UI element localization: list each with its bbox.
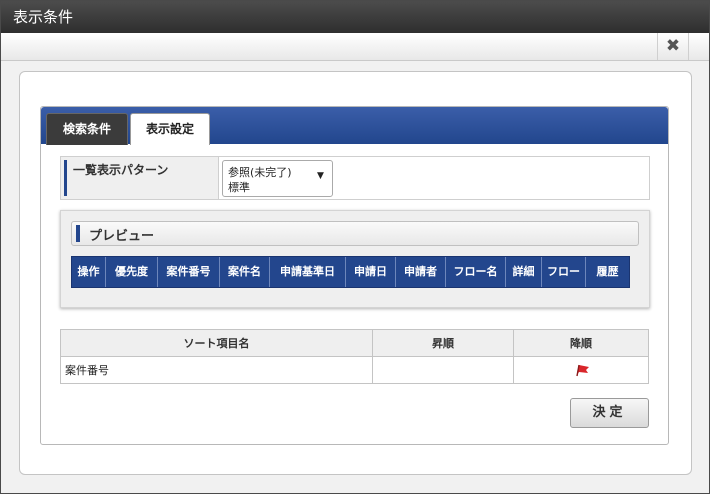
sort-header-name: ソート項目名 (60, 329, 373, 357)
pattern-select[interactable]: 参照(未完了) 標準 ▼ (222, 160, 333, 197)
label-accent-bar (64, 160, 67, 196)
pattern-select-value-line2: 標準 (228, 181, 250, 194)
preview-column: 操作 (72, 257, 106, 287)
decide-button[interactable]: 決定 (570, 398, 649, 428)
outer-panel: 検索条件 表示設定 一覧表示パターン 参照(未完了) 標準 ▼ プレビュー 操作… (19, 71, 692, 475)
dialog-header-bar: ✖ (1, 33, 709, 61)
tab-bar: 検索条件 表示設定 (41, 107, 668, 145)
dialog-title: 表示条件 (13, 8, 74, 26)
preview-column: 優先度 (106, 257, 158, 287)
sort-header-desc: 降順 (513, 329, 649, 357)
table-row: 案件番号 (60, 356, 649, 384)
preview-column: 申請基準日 (270, 257, 346, 287)
preview-title: プレビュー (89, 229, 155, 244)
sort-table: ソート項目名 昇順 降順 案件番号 (60, 329, 649, 384)
preview-column: フロー名 (446, 257, 506, 287)
preview-box: プレビュー 操作 優先度 案件番号 案件名 申請基準日 申請日 申請者 フロー名… (60, 210, 650, 308)
sort-asc-cell[interactable] (372, 356, 514, 384)
preview-column: フロー (542, 257, 586, 287)
flag-icon[interactable] (575, 363, 591, 377)
preview-column: 案件番号 (158, 257, 220, 287)
dialog-window: 表示条件 ✖ 検索条件 表示設定 一覧表示パターン 参照(未完了) 標準 ▼ プ… (0, 0, 710, 494)
preview-columns: 操作 優先度 案件番号 案件名 申請基準日 申請日 申請者 フロー名 詳細 フロ… (71, 256, 630, 288)
close-icon[interactable]: ✖ (657, 33, 689, 60)
sort-item-name: 案件番号 (60, 356, 373, 384)
preview-column: 申請者 (396, 257, 446, 287)
preview-header: プレビュー (71, 221, 639, 246)
dropdown-arrow-icon: ▼ (317, 171, 324, 181)
pattern-label: 一覧表示パターン (73, 163, 169, 177)
sort-header-asc: 昇順 (372, 329, 514, 357)
pattern-select-value-line1: 参照(未完了) (228, 166, 292, 179)
preview-column: 申請日 (346, 257, 396, 287)
pattern-row: 一覧表示パターン 参照(未完了) 標準 ▼ (60, 156, 650, 200)
tab-search-conditions[interactable]: 検索条件 (46, 113, 128, 145)
preview-column: 詳細 (506, 257, 542, 287)
sort-desc-cell[interactable] (513, 356, 649, 384)
tab-display-settings[interactable]: 表示設定 (130, 113, 210, 145)
sort-table-header-row: ソート項目名 昇順 降順 (60, 329, 649, 357)
preview-accent-bar (76, 225, 80, 242)
title-bar: 表示条件 (1, 1, 709, 33)
preview-column: 案件名 (220, 257, 270, 287)
pattern-label-cell: 一覧表示パターン (61, 157, 219, 199)
preview-column: 履歴 (596, 265, 619, 278)
tab-panel: 検索条件 表示設定 一覧表示パターン 参照(未完了) 標準 ▼ プレビュー 操作… (40, 106, 669, 445)
